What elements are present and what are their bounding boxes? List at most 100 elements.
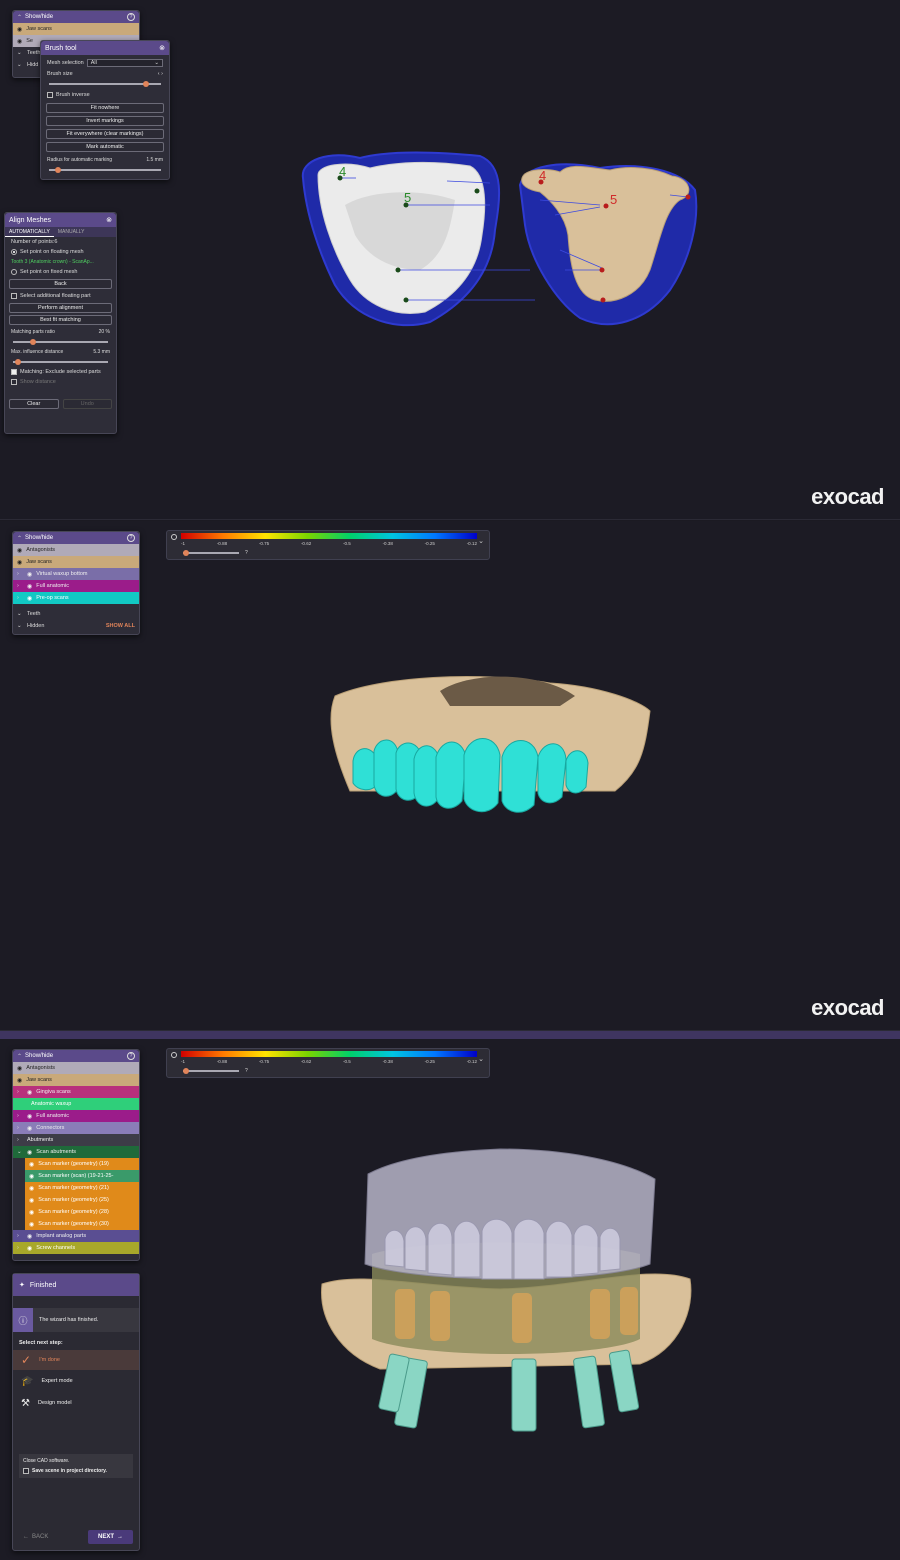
option-design-model[interactable]: ⚒ Design model [13, 1392, 139, 1414]
tab-automatically[interactable]: AUTOMATICALLY [5, 227, 54, 237]
showhide-item-antagonists[interactable]: ◉ Antagonists [13, 1062, 139, 1074]
ratio-slider[interactable] [13, 338, 108, 345]
showhide-item-virtual-waxup[interactable]: › ◉ Virtual waxup bottom [13, 568, 139, 580]
showhide-item-connectors[interactable]: › ◉ Connectors [13, 1122, 139, 1134]
chevron-right-icon[interactable]: › [17, 571, 23, 577]
chevron-right-icon[interactable]: › [17, 1245, 23, 1251]
showhide-item-scan-marker-28[interactable]: ◉ Scan marker (geometry) (28) [25, 1206, 139, 1218]
settings-icon[interactable] [171, 534, 177, 540]
showhide-item-hidden[interactable]: ⌄ Hidden SHOW ALL [13, 620, 139, 632]
eye-icon[interactable]: ◉ [17, 547, 22, 554]
perform-alignment-button[interactable]: Perform alignment [9, 303, 112, 313]
tab-manually[interactable]: MANUALLY [54, 227, 89, 237]
left-jaw-model[interactable] [301, 151, 501, 327]
showhide-item-scan-abutments[interactable]: ⌄ ◉ Scan abutments [13, 1146, 139, 1158]
back-button[interactable]: Back [9, 279, 112, 289]
showhide-item-antagonists[interactable]: ◉ Antagonists [13, 544, 139, 556]
eye-icon[interactable]: ◉ [29, 1161, 34, 1168]
showhide-item-jaw-scans[interactable]: ◉ Jaw scans [13, 556, 139, 568]
brush-inverse-row[interactable]: Brush inverse [41, 90, 169, 100]
chevron-right-icon[interactable]: › [17, 1137, 23, 1143]
help-icon[interactable]: ? [127, 534, 135, 542]
radio-floating-row[interactable]: Set point on floating mesh [5, 247, 116, 257]
slider-thumb[interactable] [30, 338, 37, 345]
showhide-item-scan-marker-scan[interactable]: ◉ Scan marker (scan) (19-21-25- [25, 1170, 139, 1182]
ratio-value[interactable]: 20 % [99, 329, 110, 335]
eye-icon[interactable]: ◉ [29, 1185, 34, 1192]
influence-value[interactable]: 5.3 mm [93, 349, 110, 355]
eye-icon[interactable]: ◉ [29, 1197, 34, 1204]
brush-size-slider[interactable] [49, 80, 161, 87]
eye-icon[interactable]: ◉ [17, 1065, 22, 1072]
eye-icon[interactable]: ◉ [27, 1245, 32, 1252]
eye-icon[interactable]: ◉ [17, 26, 22, 33]
showhide-item-jaw-scans[interactable]: ◉ Jaw scans [13, 1074, 139, 1086]
best-fit-button[interactable]: Best fit matching [9, 315, 112, 325]
showhide-item-abutments[interactable]: › Abutments [13, 1134, 139, 1146]
chevron-down-icon[interactable]: ⌄ [478, 537, 484, 545]
mesh-selection-dropdown[interactable]: All ⌄ [86, 59, 163, 67]
antagonist-teeth[interactable] [384, 1218, 621, 1280]
slider-thumb[interactable] [54, 166, 61, 173]
help-icon[interactable]: ? [127, 13, 135, 21]
eye-icon[interactable]: ◉ [27, 1089, 32, 1096]
close-icon[interactable]: ⊗ [106, 216, 112, 224]
exclude-row[interactable]: Matching: Exclude selected parts [5, 367, 116, 377]
slider-thumb[interactable] [143, 80, 150, 87]
radio-fixed[interactable] [11, 269, 17, 275]
fit-nowhere-button[interactable]: Fit nowhere [46, 103, 164, 113]
showhide-item-scan-marker-25[interactable]: ◉ Scan marker (geometry) (25) [25, 1194, 139, 1206]
help-icon[interactable]: ? [127, 1052, 135, 1060]
wizard-next-button[interactable]: NEXT → [87, 1530, 133, 1544]
option-im-done[interactable]: ✓ I'm done [13, 1350, 139, 1370]
slider-thumb[interactable] [183, 1067, 189, 1074]
eye-icon[interactable]: ◉ [29, 1173, 34, 1180]
showhide-item-scan-marker-21[interactable]: ◉ Scan marker (geometry) (21) [25, 1182, 139, 1194]
slider-thumb[interactable] [14, 358, 21, 365]
chevron-down-icon[interactable]: ⌄ [478, 1055, 484, 1063]
brush-inverse-checkbox[interactable] [47, 92, 53, 98]
eye-icon[interactable]: ◉ [29, 1221, 34, 1228]
radius-value[interactable]: 1.5 mm [146, 157, 163, 163]
chevron-right-icon[interactable]: › [17, 1089, 23, 1095]
showhide-item-anatomic-waxup[interactable]: Anatomic waxup [13, 1098, 139, 1110]
chevron-right-icon[interactable]: › [17, 1113, 23, 1119]
chevron-right-icon[interactable]: › [17, 1233, 23, 1239]
abutments[interactable] [395, 1287, 638, 1343]
showhide-item-gingiva-scans[interactable]: › ◉ Gingiva scans [13, 1086, 139, 1098]
chevron-right-icon[interactable]: › [17, 595, 23, 601]
showhide-item-implant-analog[interactable]: › ◉ Implant analog parts [13, 1230, 139, 1242]
eye-icon[interactable]: ◉ [27, 1125, 32, 1132]
influence-slider[interactable] [13, 358, 108, 365]
arrows-icon[interactable]: ‹ › [158, 71, 163, 77]
settings-icon[interactable] [171, 1052, 177, 1058]
chevron-right-icon[interactable]: › [17, 583, 23, 589]
radio-floating[interactable] [11, 249, 17, 255]
showhide-item-jaw-scans[interactable]: ◉ Jaw scans [13, 23, 139, 35]
showhide-item-preop-scans[interactable]: › ◉ Pre-op scans [13, 592, 139, 604]
eye-icon[interactable]: ◉ [27, 1233, 32, 1240]
showhide-item-teeth[interactable]: ⌄ Teeth [13, 608, 139, 620]
fit-everywhere-button[interactable]: Fit everywhere (clear markings) [46, 129, 164, 139]
eye-icon[interactable]: ◉ [27, 571, 32, 578]
preop-teeth[interactable] [352, 738, 589, 813]
select-floating-checkbox[interactable] [11, 293, 17, 299]
option-expert-mode[interactable]: 🎓 Expert mode [13, 1370, 139, 1392]
save-scene-checkbox[interactable] [23, 1468, 29, 1474]
show-all-button[interactable]: SHOW ALL [106, 623, 135, 629]
clear-button[interactable]: Clear [9, 399, 59, 409]
exclude-checkbox[interactable] [11, 369, 17, 375]
showhide-item-full-anatomic[interactable]: › ◉ Full anatomic [13, 1110, 139, 1122]
eye-icon[interactable]: ◉ [27, 1149, 32, 1156]
slider-thumb[interactable] [183, 549, 189, 556]
eye-icon[interactable]: ◉ [17, 38, 22, 45]
close-icon[interactable]: ⊗ [159, 44, 165, 52]
mark-automatic-button[interactable]: Mark automatic [46, 142, 164, 152]
save-scene-row[interactable]: Save scene in project directory. [23, 1468, 129, 1474]
eye-icon[interactable]: ◉ [27, 595, 32, 602]
right-jaw-model[interactable] [518, 163, 698, 326]
chevron-down-icon[interactable]: ⌄ [17, 1149, 23, 1155]
eye-icon[interactable]: ◉ [27, 1113, 32, 1120]
radius-slider[interactable] [49, 166, 161, 173]
wizard-back-button[interactable]: ← BACK [19, 1530, 52, 1544]
